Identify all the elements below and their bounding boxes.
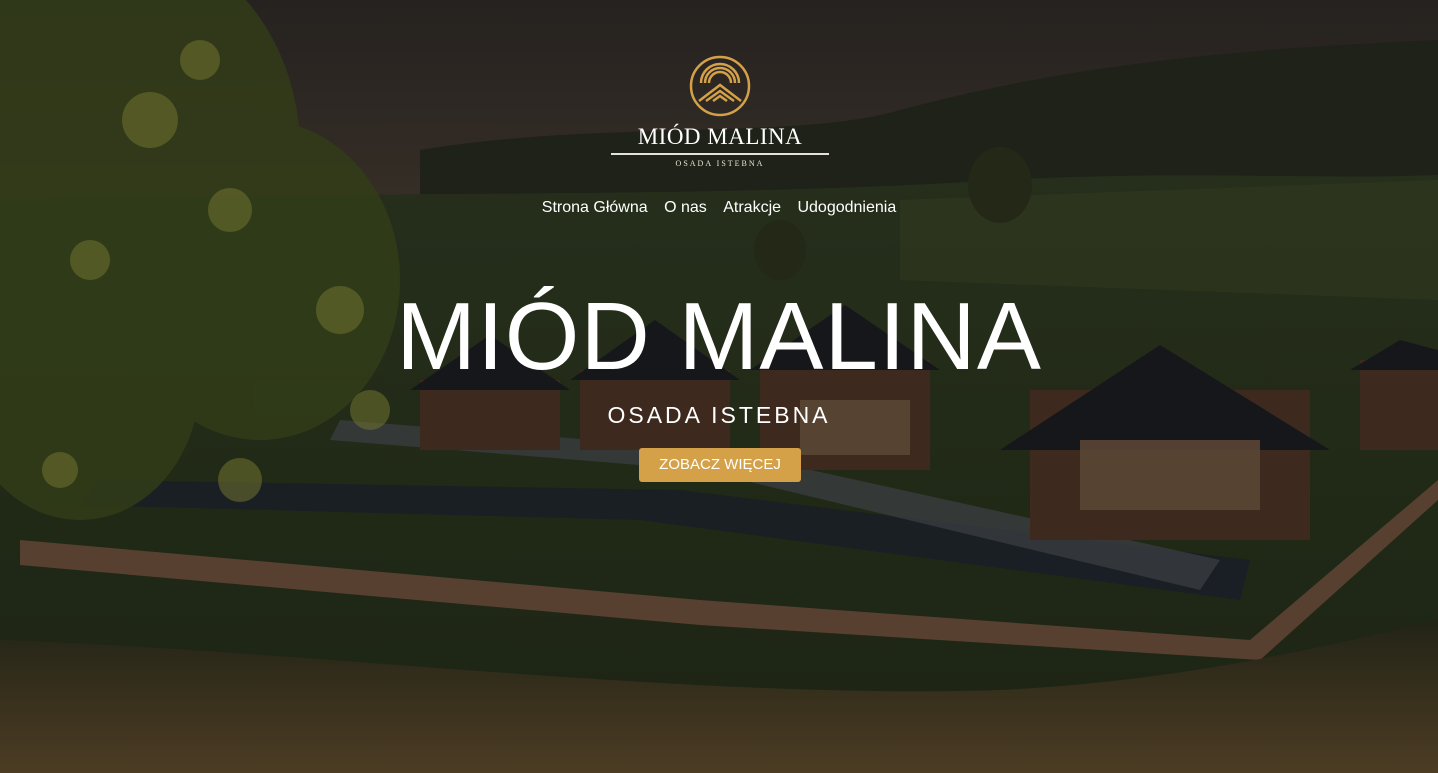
nav-item-udogodnienia[interactable]: Udogodnienia (797, 199, 896, 216)
nav-item-o-nas[interactable]: O nas (664, 199, 707, 216)
logo-divider (611, 153, 829, 155)
main-navigation: Strona Główna O nas Atrakcje Udogodnieni… (0, 199, 1438, 217)
mountain-sun-emblem-icon (689, 55, 751, 117)
logo-subtitle: OSADA ISTEBNA (675, 159, 765, 168)
nav-item-atrakcje[interactable]: Atrakcje (723, 199, 781, 216)
site-logo[interactable]: MIÓD MALINA OSADA ISTEBNA (611, 55, 829, 168)
see-more-button[interactable]: ZOBACZ WIĘCEJ (639, 448, 801, 482)
nav-item-strona-glowna[interactable]: Strona Główna (542, 199, 648, 216)
hero-subtitle: OSADA ISTEBNA (607, 402, 831, 428)
logo-brand-name: MIÓD MALINA (637, 124, 803, 149)
hero-title: MIÓD MALINA (396, 283, 1042, 390)
